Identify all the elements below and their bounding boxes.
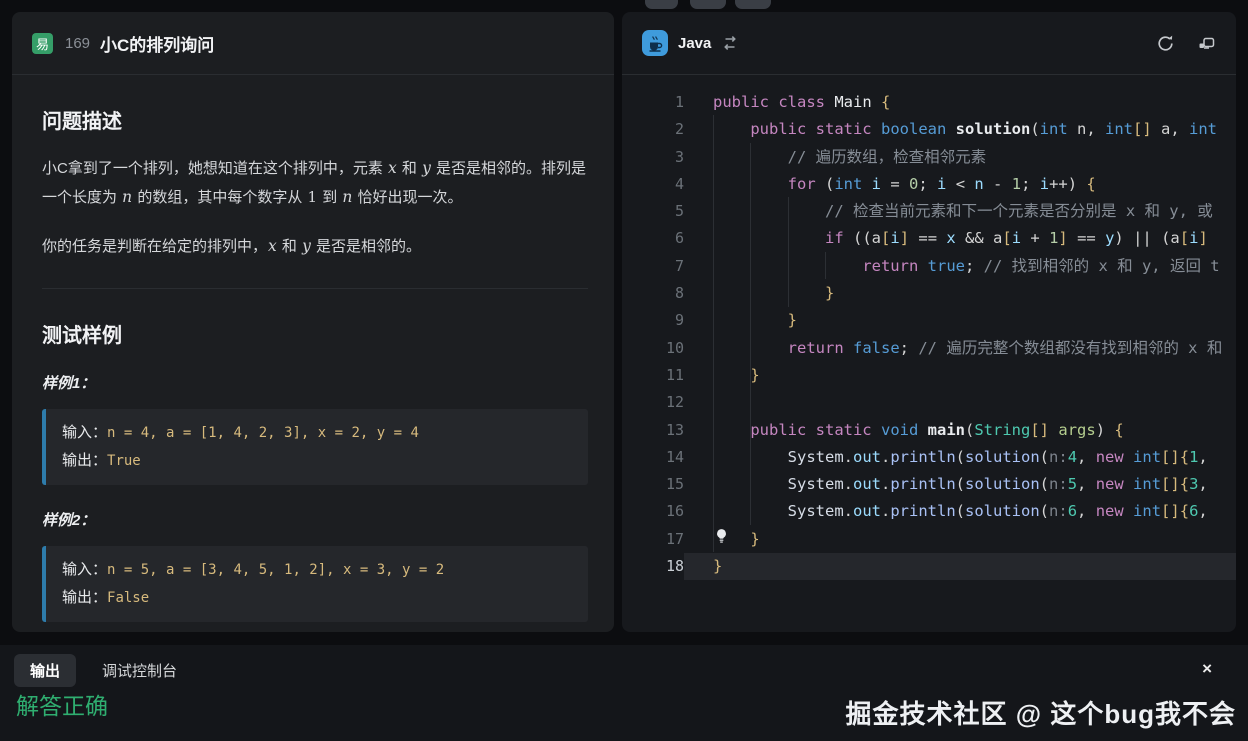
language-label[interactable]: Java <box>678 35 711 52</box>
problem-header: 易 169 小C的排列询问 <box>12 12 614 75</box>
problem-id: 169 <box>65 35 90 52</box>
description-heading: 问题描述 <box>42 105 588 134</box>
line-number: 13 <box>622 417 684 444</box>
examples-list: 样例1： 输入：n = 4, a = [1, 4, 2, 3], x = 2, y… <box>42 372 588 632</box>
example-box: 输入：n = 4, a = [1, 4, 2, 3], x = 2, y = 4… <box>42 409 588 485</box>
line-number: 9 <box>622 307 684 334</box>
code-line[interactable]: 16 System.out.println(solution(n:6, new … <box>622 498 1236 525</box>
console-tab-output[interactable]: 输出 <box>14 654 76 687</box>
line-number: 17 <box>622 526 684 553</box>
toolbar-button-stub[interactable] <box>645 0 678 9</box>
line-number: 7 <box>622 253 684 280</box>
console-tab-debug[interactable]: 调试控制台 <box>86 654 193 687</box>
toolbar-button-stub[interactable] <box>735 0 771 9</box>
code-line[interactable]: 15 System.out.println(solution(n:5, new … <box>622 471 1236 498</box>
indent-guide <box>825 252 826 279</box>
refresh-icon[interactable] <box>1156 34 1175 53</box>
problem-title: 小C的排列询问 <box>100 31 214 56</box>
close-icon[interactable]: × <box>1202 660 1212 677</box>
diff-icon[interactable] <box>1197 34 1216 53</box>
description-paragraph: 小C拿到了一个排列，她想知道在这个排列中，元素 x 和 y 是否是相邻的。排列是… <box>42 154 588 212</box>
indent-guide <box>788 197 789 307</box>
line-number: 11 <box>622 362 684 389</box>
line-number: 3 <box>622 144 684 171</box>
toolbar-button-stub[interactable] <box>690 0 726 9</box>
code-line[interactable]: 13 public static void main(String[] args… <box>622 417 1236 444</box>
code-line[interactable]: 2 public static boolean solution(int n, … <box>622 116 1236 143</box>
watermark-text: 掘金技术社区 @ 这个bug我不会 <box>846 694 1236 731</box>
code-line[interactable]: 8 } <box>622 280 1236 307</box>
line-number: 15 <box>622 471 684 498</box>
console-tabs: 输出调试控制台 <box>0 645 1248 687</box>
example-input-row: 输入：n = 5, a = [3, 4, 5, 1, 2], x = 3, y … <box>62 556 572 584</box>
problem-panel: 易 169 小C的排列询问 问题描述 小C拿到了一个排列，她想知道在这个排列中，… <box>12 12 614 632</box>
description-paragraph: 你的任务是判断在给定的排列中，x 和 y 是否是相邻的。 <box>42 232 588 261</box>
line-number: 18 <box>622 553 684 580</box>
section-divider <box>42 288 588 289</box>
line-number: 16 <box>622 498 684 525</box>
code-line[interactable]: 12 <box>622 389 1236 416</box>
code-line[interactable]: 6 if ((a[i] == x && a[i + 1] == y) || (a… <box>622 225 1236 252</box>
example-output-row: 输出：False <box>62 584 572 612</box>
code-line[interactable]: 5 // 检查当前元素和下一个元素是否分别是 x 和 y, 或 <box>622 198 1236 225</box>
line-number: 12 <box>622 389 684 416</box>
line-number: 5 <box>622 198 684 225</box>
indent-guide <box>713 115 714 552</box>
console-panel: 输出调试控制台 × 解答正确 掘金技术社区 @ 这个bug我不会 <box>0 645 1248 741</box>
examples-heading: 测试样例 <box>42 319 588 348</box>
indent-guide <box>750 143 751 525</box>
lightbulb-icon[interactable] <box>714 528 729 549</box>
code-editor-panel: Java 1public <box>622 12 1236 632</box>
line-number: 4 <box>622 171 684 198</box>
code-line[interactable]: 18} <box>622 553 1236 580</box>
run-result-text: 解答正确 <box>16 687 108 721</box>
example-label: 样例1： <box>42 372 588 393</box>
difficulty-badge: 易 <box>32 33 53 54</box>
swap-arrows-icon[interactable] <box>721 34 739 52</box>
code-line[interactable]: 9 } <box>622 307 1236 334</box>
editor-header: Java <box>622 12 1236 75</box>
example-input-row: 输入：n = 4, a = [1, 4, 2, 3], x = 2, y = 4 <box>62 419 572 447</box>
line-number: 1 <box>622 89 684 116</box>
code-line[interactable]: 14 System.out.println(solution(n:4, new … <box>622 444 1236 471</box>
code-line[interactable]: 10 return false; // 遍历完整个数组都没有找到相邻的 x 和 <box>622 335 1236 362</box>
line-number: 10 <box>622 335 684 362</box>
code-line[interactable]: 1public class Main { <box>622 89 1236 116</box>
code-line[interactable]: 3 // 遍历数组，检查相邻元素 <box>622 144 1236 171</box>
line-number: 8 <box>622 280 684 307</box>
code-line[interactable]: 7 return true; // 找到相邻的 x 和 y, 返回 t <box>622 253 1236 280</box>
example-box: 输入：n = 5, a = [3, 4, 5, 1, 2], x = 3, y … <box>42 546 588 622</box>
line-number: 6 <box>622 225 684 252</box>
example-output-row: 输出：True <box>62 447 572 475</box>
problem-body: 问题描述 小C拿到了一个排列，她想知道在这个排列中，元素 x 和 y 是否是相邻… <box>12 105 614 632</box>
code-line[interactable]: 4 for (int i = 0; i < n - 1; i++) { <box>622 171 1236 198</box>
line-number: 2 <box>622 116 684 143</box>
example-label: 样例2： <box>42 509 588 530</box>
code-line[interactable]: 11 } <box>622 362 1236 389</box>
line-number: 14 <box>622 444 684 471</box>
java-icon <box>642 30 668 56</box>
